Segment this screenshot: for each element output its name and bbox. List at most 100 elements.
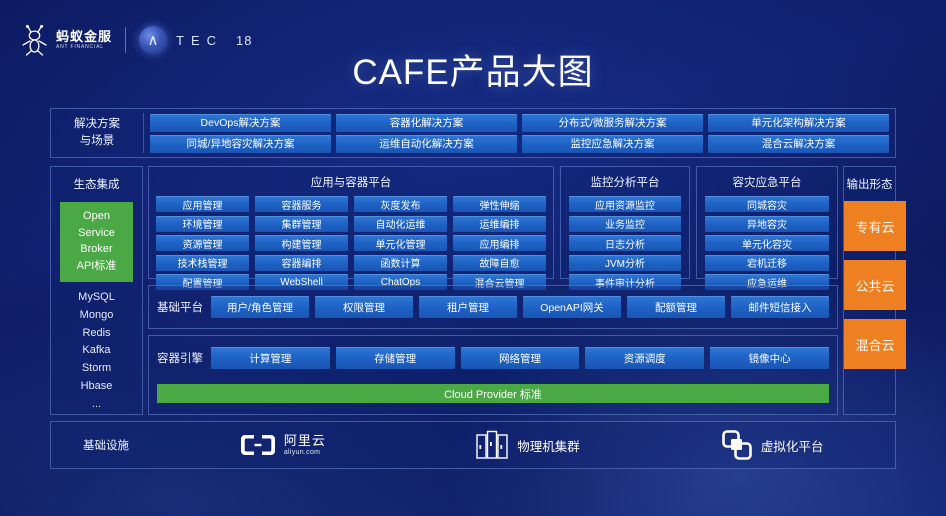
app-platform-button[interactable]: 技术栈管理 bbox=[156, 254, 249, 271]
solution-button[interactable]: 运维自动化解决方案 bbox=[336, 134, 517, 153]
open-service-broker-box: Open Service Broker API标准 bbox=[60, 202, 133, 282]
solutions-label-line2: 与场景 bbox=[79, 135, 115, 147]
output-form-box[interactable]: 专有云 bbox=[844, 201, 906, 251]
disaster-recovery-platform-panel: 容灾应急平台 同城容灾 异地容灾 单元化容灾 宕机迁移 应急运维 bbox=[696, 166, 838, 290]
app-platform-button[interactable]: 应用编排 bbox=[453, 235, 546, 251]
base-platform-label: 基础平台 bbox=[157, 302, 203, 314]
app-platform-button[interactable]: 单元化管理 bbox=[354, 235, 447, 251]
app-platform-grid: 应用管理 环境管理 资源管理 技术栈管理 配置管理 容器服务 集群管理 构建管理… bbox=[149, 190, 553, 290]
app-platform-button[interactable]: 灰度发布 bbox=[354, 196, 447, 212]
dr-platform-list: 同城容灾 异地容灾 单元化容灾 宕机迁移 应急运维 bbox=[697, 190, 837, 290]
base-platform-button[interactable]: 权限管理 bbox=[315, 296, 413, 318]
solution-button[interactable]: 监控应急解决方案 bbox=[522, 134, 703, 153]
solutions-panel: 解决方案 与场景 DevOps解决方案 容器化解决方案 分布式/微服务解决方案 … bbox=[50, 108, 896, 158]
app-platform-button[interactable]: 构建管理 bbox=[255, 235, 348, 251]
app-platform-button[interactable]: 集群管理 bbox=[255, 215, 348, 232]
container-engine-button[interactable]: 网络管理 bbox=[460, 347, 580, 369]
monitor-platform-title: 监控分析平台 bbox=[590, 177, 660, 189]
solution-button[interactable]: DevOps解决方案 bbox=[150, 113, 331, 132]
app-platform-button[interactable]: 故障自愈 bbox=[453, 254, 546, 271]
solutions-rows: DevOps解决方案 容器化解决方案 分布式/微服务解决方案 单元化架构解决方案… bbox=[144, 110, 895, 157]
infrastructure-item-aliyun: 阿里云 aliyun.com bbox=[161, 432, 406, 458]
container-engine-row: 容器引擎 计算管理 存储管理 网络管理 资源调度 镜像中心 bbox=[149, 336, 837, 380]
container-engine-label: 容器引擎 bbox=[157, 353, 203, 365]
monitor-platform-button[interactable]: 应用资源监控 bbox=[569, 196, 681, 212]
monitor-platform-button[interactable]: 业务监控 bbox=[569, 215, 681, 232]
dr-platform-button[interactable]: 同城容灾 bbox=[705, 196, 829, 212]
monitor-platform-button[interactable]: JVM分析 bbox=[569, 254, 681, 271]
ecosystem-title: 生态集成 bbox=[73, 179, 120, 191]
osb-line: Service bbox=[78, 226, 115, 239]
server-rack-icon bbox=[476, 430, 508, 459]
center-region: 应用与容器平台 应用管理 环境管理 资源管理 技术栈管理 配置管理 容器服务 集… bbox=[148, 166, 838, 415]
app-platform-button[interactable]: 容器编排 bbox=[255, 254, 348, 271]
app-platform-column-3: 灰度发布 自动化运维 单元化管理 函数计算 ChatOps bbox=[354, 196, 447, 290]
base-platform-button[interactable]: 租户管理 bbox=[419, 296, 517, 318]
base-platform-button[interactable]: 配额管理 bbox=[627, 296, 725, 318]
infrastructure-item-virtualization: 虚拟化平台 bbox=[650, 430, 895, 460]
base-platform-buttons: 用户/角色管理 权限管理 租户管理 OpenAPI网关 配额管理 邮件短信接入 bbox=[211, 296, 837, 318]
output-form-box[interactable]: 混合云 bbox=[844, 319, 906, 369]
base-platform-button[interactable]: 邮件短信接入 bbox=[731, 296, 829, 318]
ecosystem-item-list: MySQL Mongo Redis Kafka Storm Hbase ... bbox=[51, 289, 142, 414]
aliyun-en: aliyun.com bbox=[283, 448, 321, 456]
solution-button[interactable]: 分布式/微服务解决方案 bbox=[522, 113, 703, 132]
dr-platform-button[interactable]: 单元化容灾 bbox=[705, 235, 829, 251]
physical-cluster-label: 物理机集群 bbox=[517, 439, 580, 454]
app-platform-button[interactable]: 资源管理 bbox=[156, 235, 249, 251]
solution-button[interactable]: 单元化架构解决方案 bbox=[708, 113, 889, 132]
monitor-platform-list: 应用资源监控 业务监控 日志分析 JVM分析 事件审计分析 bbox=[561, 190, 689, 290]
container-engine-button[interactable]: 存储管理 bbox=[335, 347, 455, 369]
aliyun-cn: 阿里云 bbox=[283, 433, 326, 448]
ecosystem-item: Mongo bbox=[79, 308, 114, 321]
monitor-platform-button[interactable]: 日志分析 bbox=[569, 235, 681, 251]
container-engine-button[interactable]: 计算管理 bbox=[211, 347, 330, 369]
base-platform-button[interactable]: OpenAPI网关 bbox=[523, 296, 621, 318]
app-platform-button[interactable]: 容器服务 bbox=[255, 196, 348, 212]
container-engine-buttons: 计算管理 存储管理 网络管理 资源调度 镜像中心 bbox=[211, 347, 837, 369]
infrastructure-panel: 基础设施 阿里云 aliyun.com 物理机集群 虚拟化平台 bbox=[50, 421, 896, 469]
virtualization-platform-label: 虚拟化平台 bbox=[760, 439, 824, 454]
app-platform-button[interactable]: 应用管理 bbox=[156, 196, 249, 212]
app-platform-column-2: 容器服务 集群管理 构建管理 容器编排 WebShell bbox=[255, 196, 348, 290]
app-container-platform-panel: 应用与容器平台 应用管理 环境管理 资源管理 技术栈管理 配置管理 容器服务 集… bbox=[148, 166, 554, 290]
container-engine-button[interactable]: 镜像中心 bbox=[710, 347, 829, 369]
container-engine-button[interactable]: 资源调度 bbox=[585, 347, 705, 369]
base-platform-panel: 基础平台 用户/角色管理 权限管理 租户管理 OpenAPI网关 配额管理 邮件… bbox=[148, 285, 838, 329]
cloud-provider-standard-bar: Cloud Provider 标准 bbox=[157, 384, 829, 403]
output-forms-panel: 输出形态 专有云 公共云 混合云 bbox=[843, 166, 906, 415]
solutions-row-2: 同城/异地容灾解决方案 运维自动化解决方案 监控应急解决方案 混合云解决方案 bbox=[150, 134, 889, 153]
app-platform-title: 应用与容器平台 bbox=[310, 177, 392, 189]
aliyun-logo-icon bbox=[240, 435, 275, 455]
output-form-box[interactable]: 公共云 bbox=[844, 260, 906, 310]
app-platform-button[interactable]: 运维编排 bbox=[453, 215, 546, 232]
solutions-label-line1: 解决方案 bbox=[74, 118, 120, 131]
solution-button[interactable]: 混合云解决方案 bbox=[708, 134, 889, 153]
ecosystem-item: Redis bbox=[82, 326, 111, 339]
ecosystem-item: Storm bbox=[81, 362, 112, 375]
ant-logo-cn: 蚂蚁金服 bbox=[56, 29, 113, 44]
osb-line: Broker bbox=[80, 243, 113, 256]
solutions-row-1: DevOps解决方案 容器化解决方案 分布式/微服务解决方案 单元化架构解决方案 bbox=[150, 113, 889, 132]
infrastructure-item-physical-cluster: 物理机集群 bbox=[406, 430, 651, 460]
app-platform-button[interactable]: 函数计算 bbox=[354, 254, 447, 271]
solution-button[interactable]: 同城/异地容灾解决方案 bbox=[150, 134, 331, 153]
ecosystem-panel: 生态集成 Open Service Broker API标准 MySQL Mon… bbox=[50, 166, 143, 415]
dr-platform-button[interactable]: 宕机迁移 bbox=[705, 254, 829, 271]
osb-line: API标准 bbox=[76, 260, 117, 273]
app-platform-column-1: 应用管理 环境管理 资源管理 技术栈管理 配置管理 bbox=[156, 196, 249, 290]
base-platform-button[interactable]: 用户/角色管理 bbox=[211, 296, 309, 318]
ecosystem-item: ... bbox=[91, 397, 102, 410]
dr-platform-button[interactable]: 异地容灾 bbox=[705, 215, 829, 232]
solution-button[interactable]: 容器化解决方案 bbox=[336, 113, 517, 132]
dr-platform-title: 容灾应急平台 bbox=[732, 177, 802, 189]
output-forms-title: 输出形态 bbox=[846, 179, 893, 191]
ecosystem-item: Kafka bbox=[82, 344, 111, 357]
ecosystem-item: Hbase bbox=[80, 379, 113, 392]
vmware-logo-icon bbox=[722, 430, 752, 460]
app-platform-button[interactable]: 弹性伸缩 bbox=[453, 196, 546, 212]
monitor-platform-panel: 监控分析平台 应用资源监控 业务监控 日志分析 JVM分析 事件审计分析 bbox=[560, 166, 690, 290]
ecosystem-item: MySQL bbox=[78, 290, 115, 303]
app-platform-button[interactable]: 自动化运维 bbox=[354, 215, 447, 232]
app-platform-button[interactable]: 环境管理 bbox=[156, 215, 249, 232]
